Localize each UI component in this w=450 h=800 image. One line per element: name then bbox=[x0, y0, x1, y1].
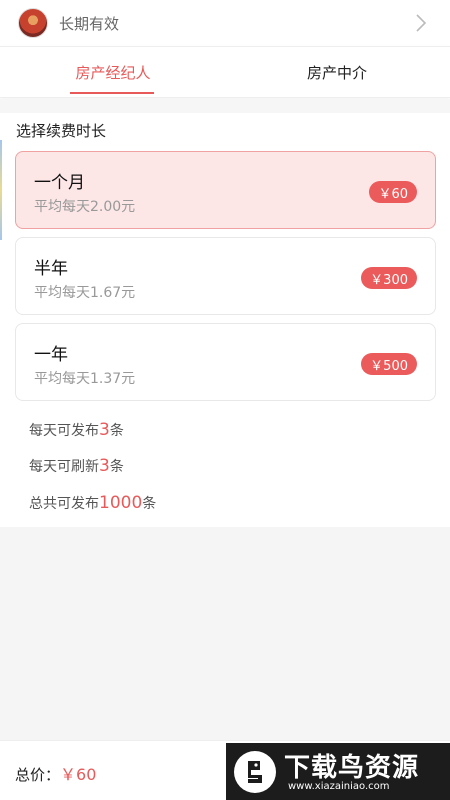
price-badge: ￥500 bbox=[361, 353, 417, 375]
plan-average: 平均每天1.67元 bbox=[34, 285, 136, 301]
perk-daily-refresh: 每天可刷新3条 bbox=[29, 456, 124, 476]
watermark: 下载鸟资源 www.xiazainiao.com bbox=[226, 743, 450, 800]
plan-name: 一年 bbox=[34, 345, 68, 365]
plan-card-one-year[interactable]: 一年 平均每天1.37元 ￥500 bbox=[15, 323, 436, 401]
perk-suffix: 条 bbox=[109, 423, 124, 439]
perk-suffix: 条 bbox=[142, 496, 157, 512]
section-title: 选择续费时长 bbox=[16, 122, 107, 140]
perk-prefix: 总共可发布 bbox=[29, 496, 99, 512]
plan-average: 平均每天1.37元 bbox=[34, 371, 136, 387]
tab-agency[interactable]: 房产中介 bbox=[282, 47, 392, 97]
bird-logo-icon bbox=[234, 751, 276, 793]
total-amount: ￥60 bbox=[60, 765, 97, 784]
chevron-right-icon bbox=[416, 14, 427, 32]
watermark-title: 下载鸟资源 bbox=[284, 753, 420, 783]
perk-prefix: 每天可发布 bbox=[29, 423, 99, 439]
price-badge: ￥60 bbox=[369, 181, 417, 203]
total-label: 总价： bbox=[15, 766, 61, 784]
plan-card-half-year[interactable]: 半年 平均每天1.67元 ￥300 bbox=[15, 237, 436, 315]
watermark-url: www.xiazainiao.com bbox=[288, 781, 390, 792]
perk-suffix: 条 bbox=[109, 459, 124, 475]
active-tab-underline bbox=[70, 92, 154, 94]
plan-card-one-month[interactable]: 一个月 平均每天2.00元 ￥60 bbox=[15, 151, 436, 229]
perk-daily-posts: 每天可发布3条 bbox=[29, 420, 124, 440]
tab-broker[interactable]: 房产经纪人 bbox=[58, 47, 168, 97]
plan-name: 半年 bbox=[34, 259, 68, 279]
total-price: 总价：￥60 bbox=[15, 761, 96, 785]
validity-header[interactable]: 长期有效 bbox=[0, 0, 450, 46]
plan-name: 一个月 bbox=[34, 173, 85, 193]
avatar bbox=[18, 8, 48, 38]
perk-number: 3 bbox=[99, 456, 110, 476]
price-badge: ￥300 bbox=[361, 267, 417, 289]
divider-band bbox=[0, 99, 450, 113]
left-edge-strip bbox=[0, 140, 2, 240]
perk-prefix: 每天可刷新 bbox=[29, 459, 99, 475]
validity-text: 长期有效 bbox=[59, 14, 120, 33]
perk-total-posts: 总共可发布1000条 bbox=[29, 493, 156, 513]
perk-number: 1000 bbox=[99, 493, 143, 513]
perk-number: 3 bbox=[99, 420, 110, 440]
tab-bar: 房产经纪人 房产中介 bbox=[0, 46, 450, 98]
plan-average: 平均每天2.00元 bbox=[34, 199, 136, 215]
